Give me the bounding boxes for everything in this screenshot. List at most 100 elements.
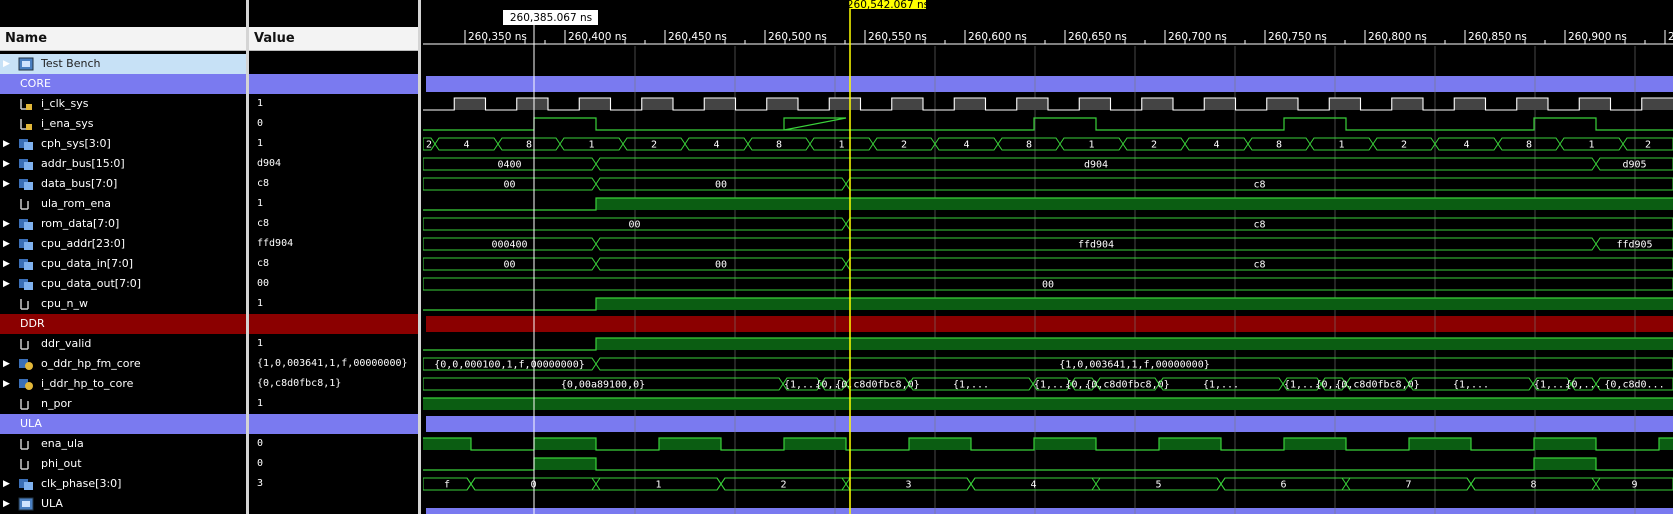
name-column-header[interactable]: Name: [0, 27, 246, 51]
signal-name: ena_ula: [41, 437, 84, 450]
signal-row-value[interactable]: 1: [249, 334, 418, 354]
bus-value-label: 4: [1030, 480, 1036, 491]
signal-name: Test Bench: [41, 57, 101, 70]
signal-row-value[interactable]: 1: [249, 194, 418, 214]
bus-value-label: ffd904: [1078, 240, 1114, 251]
signal-row-name[interactable]: ▶ o_ddr_hp_fm_core: [0, 354, 246, 374]
expand-arrow-icon[interactable]: ▶: [3, 474, 13, 494]
signal-row-name[interactable]: ▶ cpu_data_in[7:0]: [0, 254, 246, 274]
expand-arrow-icon[interactable]: ▶: [3, 234, 13, 254]
bit-fill: [1659, 438, 1673, 450]
group-band: [426, 416, 1673, 432]
signal-row-name[interactable]: ena_ula: [0, 434, 246, 454]
signal-row-name[interactable]: ula_rom_ena: [0, 194, 246, 214]
expand-arrow-icon[interactable]: ▶: [3, 274, 13, 294]
signal-row-value[interactable]: 1: [249, 294, 418, 314]
signal-row-value[interactable]: 0: [249, 454, 418, 474]
expand-arrow-icon[interactable]: ▶: [3, 174, 13, 194]
expand-arrow-icon[interactable]: ▶: [3, 374, 13, 394]
signal-row-value[interactable]: 0: [249, 114, 418, 134]
bit-fill: [534, 458, 596, 470]
signal-value: 1: [257, 98, 264, 109]
bus-value-label: 4: [713, 140, 719, 151]
group-band: [426, 316, 1673, 332]
signal-row-value[interactable]: [249, 314, 418, 334]
cursor-label: 260,542.067 ns: [847, 0, 929, 11]
signal-row-name[interactable]: ▶ rom_data[7:0]: [0, 214, 246, 234]
scope-icon: [18, 497, 34, 511]
bus-value-label: 00: [715, 260, 727, 271]
signal-name: clk_phase[3:0]: [41, 477, 122, 490]
signal-row-value[interactable]: [249, 414, 418, 434]
expand-arrow-icon[interactable]: ▶: [3, 494, 13, 514]
signal-row-value[interactable]: [249, 494, 418, 514]
signal-row-name[interactable]: phi_out: [0, 454, 246, 474]
signal-name: DDR: [20, 317, 45, 330]
signal-row-value[interactable]: 00: [249, 274, 418, 294]
clock-high-fill: [704, 98, 736, 110]
clock-high-fill: [641, 98, 673, 110]
clock-high-fill: [1016, 98, 1048, 110]
signal-row-value[interactable]: [249, 74, 418, 94]
expand-arrow-icon[interactable]: ▶: [3, 154, 13, 174]
bus-icon: [18, 137, 34, 151]
signal-row-name[interactable]: CORE: [0, 74, 246, 94]
signal-name: cph_sys[3:0]: [41, 137, 111, 150]
bus-value-label: 4: [463, 140, 469, 151]
signal-row-value[interactable]: c8: [249, 214, 418, 234]
signal-row-name[interactable]: i_ena_sys: [0, 114, 246, 134]
signal-row-name[interactable]: cpu_n_w: [0, 294, 246, 314]
signal-row-name[interactable]: ▶ i_ddr_hp_to_core: [0, 374, 246, 394]
signal-name: data_bus[7:0]: [41, 177, 118, 190]
bus-value-label: c8: [1253, 220, 1265, 231]
signal-row-name[interactable]: ▶ Test Bench: [0, 54, 246, 74]
signal-row-value[interactable]: [249, 54, 418, 74]
signal-row-value[interactable]: {0,c8d0fbc8,1}: [249, 374, 418, 394]
signal-row-name[interactable]: ▶ clk_phase[3:0]: [0, 474, 246, 494]
signal-row-value[interactable]: d904: [249, 154, 418, 174]
clock-high-fill: [954, 98, 986, 110]
signal-row-name[interactable]: ULA: [0, 414, 246, 434]
expand-arrow-icon[interactable]: ▶: [3, 54, 13, 74]
signal-row-value[interactable]: 1: [249, 94, 418, 114]
signal-row-value[interactable]: 3: [249, 474, 418, 494]
bus-value-label: 8: [526, 140, 532, 151]
bus-value-label: 00: [715, 180, 727, 191]
waveform-canvas[interactable]: 260,350 ns 260,400 ns 260,450 ns 260,500 ns…: [423, 0, 1673, 514]
signal-row-name[interactable]: ▶ addr_bus[15:0]: [0, 154, 246, 174]
waveform-area[interactable]: 260,350 ns 260,400 ns 260,450 ns 260,500 ns…: [423, 0, 1673, 514]
signal-value: d904: [257, 158, 282, 169]
signal-row-value[interactable]: 0: [249, 434, 418, 454]
signal-row-name[interactable]: n_por: [0, 394, 246, 414]
bus-value-label: {0,c8d0fbc8,0}: [1335, 380, 1419, 391]
expand-arrow-icon[interactable]: ▶: [3, 214, 13, 234]
signal-row-value[interactable]: 1: [249, 394, 418, 414]
value-wave-splitter[interactable]: [418, 0, 421, 514]
signal-row-value[interactable]: 1: [249, 134, 418, 154]
signal-row-name[interactable]: i_clk_sys: [0, 94, 246, 114]
bus-value-label: d905: [1622, 160, 1646, 171]
bus-value-label: 00: [503, 180, 515, 191]
signal-row-value[interactable]: ffd904: [249, 234, 418, 254]
signal-row-name[interactable]: ddr_valid: [0, 334, 246, 354]
bus-value-label: f: [444, 480, 450, 491]
name-panel: Name ▶ Test Bench CORE i_clk_sys i_ena_sys ▶ c…: [0, 0, 246, 514]
value-column-header[interactable]: Value: [249, 27, 418, 51]
signal-row-name[interactable]: ▶ cph_sys[3:0]: [0, 134, 246, 154]
expand-arrow-icon[interactable]: ▶: [3, 134, 13, 154]
bus-value-label: 1: [655, 480, 661, 491]
signal-row-name[interactable]: DDR: [0, 314, 246, 334]
signal-row-name[interactable]: ▶ cpu_data_out[7:0]: [0, 274, 246, 294]
signal-row-name[interactable]: ▶ ULA: [0, 494, 246, 514]
expand-arrow-icon[interactable]: ▶: [3, 354, 13, 374]
signal-row-name[interactable]: ▶ data_bus[7:0]: [0, 174, 246, 194]
bus-icon: [18, 257, 34, 271]
value-panel: Value 1 0 1 d904 c8 1 c8 ffd904 c8 00 1 1 {1,0,00364…: [249, 0, 418, 514]
bus-value-label: 6: [1280, 480, 1286, 491]
signal-row-value[interactable]: c8: [249, 174, 418, 194]
clock-wave: [423, 97, 1673, 111]
signal-row-name[interactable]: ▶ cpu_addr[23:0]: [0, 234, 246, 254]
signal-row-value[interactable]: c8: [249, 254, 418, 274]
expand-arrow-icon[interactable]: ▶: [3, 254, 13, 274]
signal-row-value[interactable]: {1,0,003641,1,f,00000000}: [249, 354, 418, 374]
